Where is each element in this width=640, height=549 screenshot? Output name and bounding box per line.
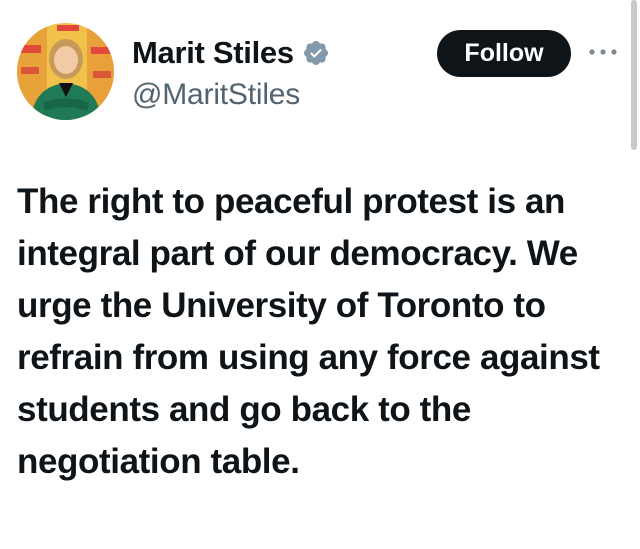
- more-options-icon[interactable]: [586, 43, 620, 61]
- profile-photo: [17, 23, 114, 120]
- display-name[interactable]: Marit Stiles: [132, 35, 294, 71]
- scrollbar[interactable]: [631, 0, 637, 150]
- follow-button[interactable]: Follow: [437, 30, 571, 77]
- tweet-text: The right to peaceful protest is an inte…: [17, 182, 600, 481]
- user-handle[interactable]: @MaritStiles: [132, 78, 300, 112]
- tweet: Marit Stiles @MaritStiles Follow The rig…: [0, 0, 640, 549]
- verified-badge-icon: [302, 39, 330, 67]
- name-row: Marit Stiles: [132, 33, 330, 73]
- avatar[interactable]: [17, 23, 114, 120]
